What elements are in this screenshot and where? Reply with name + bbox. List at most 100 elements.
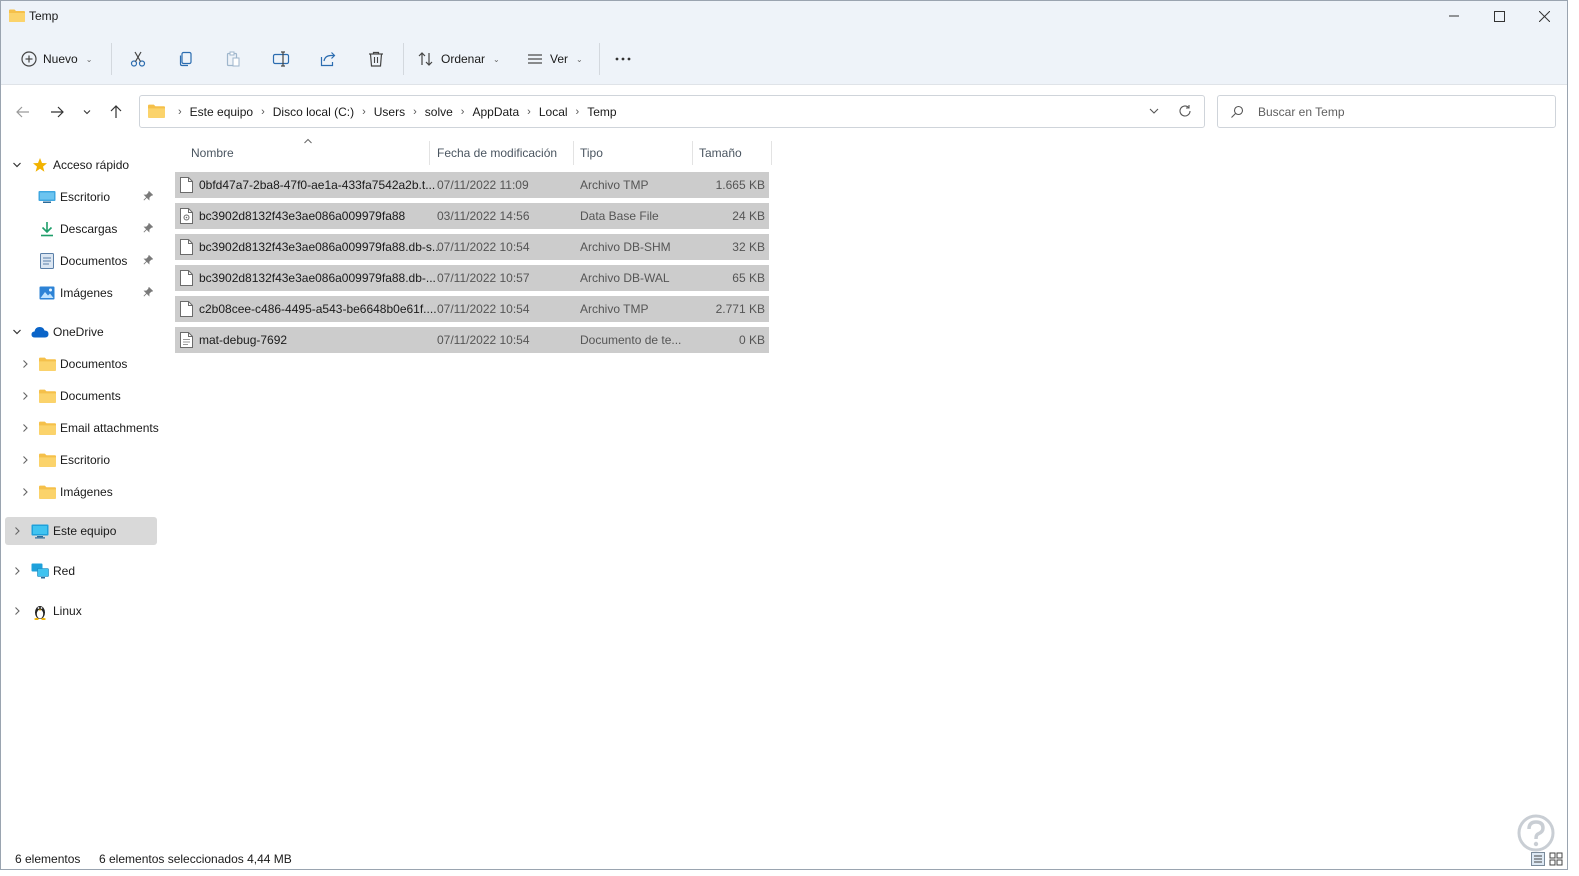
paste-button[interactable] — [224, 45, 242, 73]
breadcrumb-item[interactable]: Temp — [587, 105, 616, 119]
column-divider[interactable] — [429, 141, 430, 165]
share-button[interactable] — [319, 45, 337, 73]
title-bar: Temp — [1, 1, 1567, 33]
chevron-right-icon[interactable] — [11, 525, 23, 537]
column-header-type[interactable]: Tipo — [580, 141, 603, 165]
chevron-down-icon — [83, 110, 91, 115]
chevron-right-icon[interactable]: › — [576, 106, 580, 118]
forward-button[interactable] — [47, 102, 67, 122]
sidebar-item-this-pc[interactable]: Este equipo — [5, 517, 157, 545]
sidebar-item-network[interactable]: Red — [5, 557, 157, 585]
back-button[interactable] — [13, 102, 33, 122]
column-header-name[interactable]: Nombre — [191, 141, 234, 165]
chevron-right-icon[interactable]: › — [362, 106, 366, 118]
sidebar-item-imagenes[interactable]: Imágenes — [5, 279, 157, 307]
view-button[interactable]: Ver ⌄ — [526, 45, 583, 73]
file-size: 1.665 KB — [715, 178, 765, 192]
breadcrumb-item[interactable]: Users — [374, 105, 405, 119]
file-date: 07/11/2022 10:54 — [437, 333, 530, 347]
refresh-icon[interactable] — [1178, 104, 1192, 118]
linux-penguin-icon — [31, 603, 49, 620]
status-bar: 6 elementos 6 elementos seleccionados 4,… — [1, 847, 1567, 869]
maximize-button[interactable] — [1476, 1, 1522, 31]
chevron-right-icon[interactable] — [19, 390, 31, 402]
column-divider[interactable] — [692, 141, 693, 165]
column-header-size[interactable]: Tamaño — [699, 141, 742, 165]
folder-icon — [38, 452, 56, 468]
file-row[interactable]: c2b08cee-c486-4495-a543-be6648b0e61f....… — [175, 296, 769, 322]
site-logo-watermark — [1517, 814, 1555, 852]
chevron-right-icon[interactable] — [19, 422, 31, 434]
address-bar[interactable]: › Este equipo › Disco local (C:) › Users… — [139, 95, 1205, 128]
chevron-right-icon[interactable] — [19, 454, 31, 466]
sidebar-item-onedrive-documentos[interactable]: Documentos — [5, 350, 157, 378]
sidebar-item-onedrive-imagenes[interactable]: Imágenes — [5, 478, 157, 506]
pin-icon — [143, 222, 154, 236]
divider — [111, 43, 112, 75]
sidebar-item-descargas[interactable]: Descargas — [5, 215, 157, 243]
chevron-down-icon: ⌄ — [576, 54, 583, 64]
sidebar-item-quick-access[interactable]: Acceso rápido — [5, 151, 157, 179]
sidebar-item-label: Documents — [60, 389, 121, 403]
chevron-right-icon[interactable]: › — [461, 106, 465, 118]
chevron-right-icon[interactable]: › — [261, 106, 265, 118]
column-divider[interactable] — [771, 141, 772, 165]
arrow-right-icon — [51, 106, 64, 118]
file-row[interactable]: bc3902d8132f43e3ae086a009979fa88.db-... … — [175, 265, 769, 291]
minimize-icon — [1449, 15, 1459, 17]
pictures-icon — [38, 285, 56, 301]
file-name: 0bfd47a7-2ba8-47f0-ae1a-433fa7542a2b.t..… — [199, 178, 436, 192]
new-button[interactable]: Nuevo ⌄ — [21, 45, 92, 73]
sidebar-item-linux[interactable]: Linux — [5, 597, 157, 625]
chevron-right-icon[interactable]: › — [413, 106, 417, 118]
sidebar-item-label: Descargas — [60, 222, 118, 236]
column-header-date[interactable]: Fecha de modificación — [437, 141, 557, 165]
breadcrumb-item[interactable]: AppData — [472, 105, 519, 119]
sidebar-item-documentos[interactable]: Documentos — [5, 247, 157, 275]
breadcrumb-item[interactable]: solve — [425, 105, 453, 119]
chevron-right-icon[interactable] — [11, 565, 23, 577]
sidebar-item-onedrive-documents[interactable]: Documents — [5, 382, 157, 410]
delete-button[interactable] — [367, 45, 385, 73]
recent-locations-button[interactable] — [77, 102, 97, 122]
file-row[interactable]: bc3902d8132f43e3ae086a009979fa88.db-s...… — [175, 234, 769, 260]
file-date: 07/11/2022 10:54 — [437, 240, 530, 254]
column-divider[interactable] — [573, 141, 574, 165]
sidebar-item-onedrive-escritorio[interactable]: Escritorio — [5, 446, 157, 474]
navigation-row: › Este equipo › Disco local (C:) › Users… — [1, 86, 1567, 136]
sidebar-item-onedrive[interactable]: OneDrive — [5, 318, 157, 346]
breadcrumb-item[interactable]: Este equipo — [190, 105, 253, 119]
file-row[interactable]: 0bfd47a7-2ba8-47f0-ae1a-433fa7542a2b.t..… — [175, 172, 769, 198]
minimize-button[interactable] — [1431, 1, 1477, 31]
chevron-right-icon[interactable] — [11, 605, 23, 617]
search-input[interactable]: Buscar en Temp — [1217, 95, 1556, 128]
rename-button[interactable] — [272, 45, 290, 73]
close-button[interactable] — [1521, 1, 1567, 31]
chevron-right-icon[interactable]: › — [527, 106, 531, 118]
breadcrumb-item[interactable]: Local — [539, 105, 568, 119]
folder-icon — [9, 9, 25, 22]
chevron-right-icon[interactable] — [19, 486, 31, 498]
sidebar-item-escritorio[interactable]: Escritorio — [5, 183, 157, 211]
desktop-icon — [38, 189, 56, 205]
file-icon — [180, 301, 193, 317]
breadcrumb-item[interactable]: Disco local (C:) — [273, 105, 354, 119]
cut-button[interactable] — [129, 45, 147, 73]
maximize-icon — [1493, 10, 1505, 22]
sidebar-item-label: Acceso rápido — [53, 158, 130, 172]
arrow-up-icon — [110, 105, 122, 118]
sort-button[interactable]: Ordenar ⌄ — [417, 45, 500, 73]
sidebar-item-onedrive-email-attachments[interactable]: Email attachments — [5, 414, 159, 442]
more-options-button[interactable] — [613, 45, 633, 73]
address-history-dropdown[interactable] — [1148, 105, 1160, 117]
file-row[interactable]: bc3902d8132f43e3ae086a009979fa88 03/11/2… — [175, 203, 769, 229]
file-list: Nombre Fecha de modificación Tipo Tamaño… — [173, 137, 1563, 837]
file-row[interactable]: mat-debug-7692 07/11/2022 10:54 Document… — [175, 327, 769, 353]
chevron-down-icon[interactable] — [11, 159, 23, 171]
copy-button[interactable] — [177, 45, 195, 73]
text-file-icon — [180, 332, 193, 348]
folder-icon — [148, 104, 165, 118]
chevron-down-icon[interactable] — [11, 326, 23, 338]
up-button[interactable] — [106, 102, 126, 122]
chevron-right-icon[interactable] — [19, 358, 31, 370]
